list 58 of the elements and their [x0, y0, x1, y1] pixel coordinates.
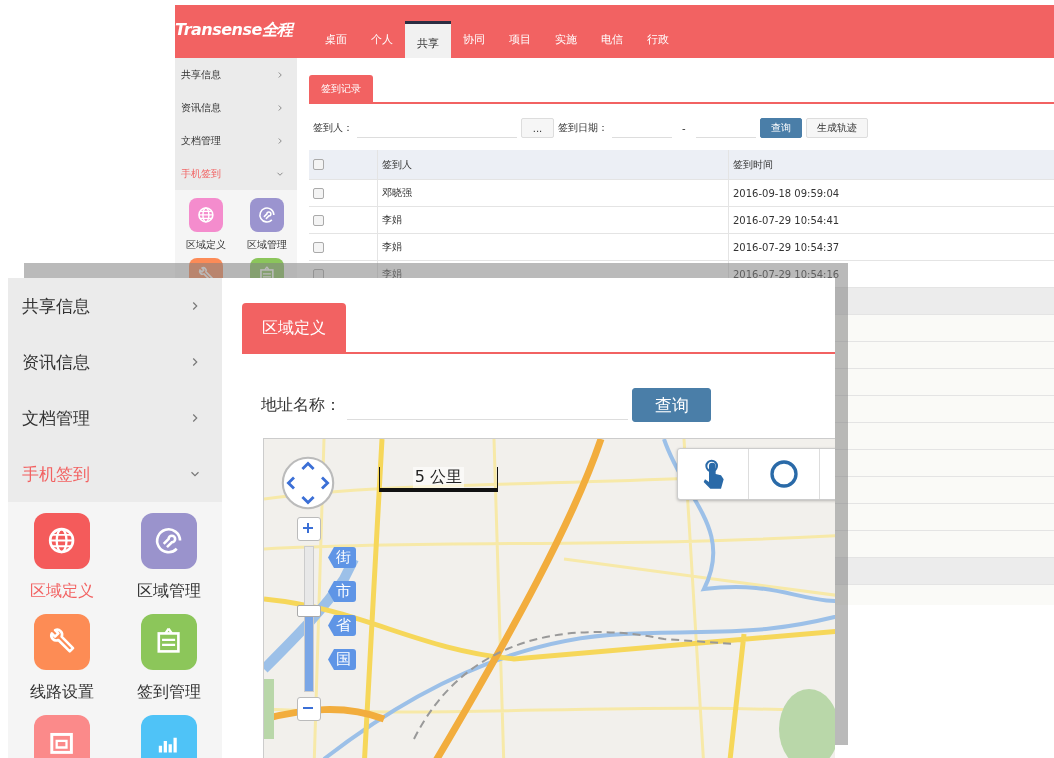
chart-icon[interactable] — [140, 715, 197, 758]
nav-tab[interactable]: 电信 — [588, 21, 635, 58]
board-icon[interactable] — [140, 614, 197, 670]
sidebar-item[interactable]: 共享信息 — [8, 278, 222, 334]
app-shortcut[interactable]: 区域管理 — [115, 513, 222, 602]
sidebar-item[interactable]: 手机签到 — [175, 157, 297, 190]
app-shortcut[interactable]: 区域定义 — [8, 513, 115, 602]
slider-thumb[interactable] — [297, 605, 321, 618]
sidebar-item[interactable]: 文档管理 — [175, 124, 297, 157]
table-cell: 2016-07-29 10:54:37 — [728, 234, 1054, 260]
table-cell: 李娟 — [377, 207, 728, 233]
track-button[interactable]: 生成轨迹 — [805, 118, 868, 138]
table-cell: 邓晓强 — [377, 180, 728, 206]
date-separator: - — [681, 122, 687, 134]
tab[interactable]: 签到记录 — [309, 75, 373, 102]
field-label: 签到人： — [313, 121, 353, 135]
table-cell: 2016-07-29 10:54:41 — [728, 207, 1054, 233]
app-shortcut[interactable]: 签到管理 — [115, 614, 222, 703]
document-icon[interactable] — [33, 715, 90, 758]
logo: Transense全程 — [175, 18, 296, 41]
tab[interactable]: 区域定义 — [242, 303, 346, 352]
sidebar-item[interactable]: 资讯信息 — [175, 91, 297, 124]
sidebar-item[interactable]: 文档管理 — [8, 390, 222, 446]
circle-icon[interactable] — [768, 458, 800, 490]
nav-tab[interactable]: 行政 — [634, 21, 681, 58]
table-cell: 李娟 — [377, 234, 728, 260]
column-header: 签到人 — [377, 150, 728, 179]
checkbox[interactable] — [313, 159, 324, 170]
nav-tab[interactable]: 个人 — [358, 21, 405, 58]
globe-icon[interactable] — [33, 513, 90, 569]
column-header: 签到时间 — [728, 150, 1054, 179]
app-shortcut[interactable]: 区域管理 — [236, 198, 297, 252]
scale-label: 5 公里 — [412, 467, 465, 488]
wrench-icon[interactable] — [33, 614, 90, 670]
nav-tab[interactable]: 共享 — [404, 21, 451, 58]
sidebar-item[interactable]: 共享信息 — [175, 58, 297, 91]
gauge-icon[interactable] — [140, 513, 197, 569]
app-shortcut[interactable]: 线路设置 — [8, 614, 115, 703]
query-button[interactable]: 查询 — [632, 388, 711, 422]
pan-control-icon[interactable] — [280, 455, 336, 511]
field-label: 地址名称： — [261, 394, 341, 416]
query-button[interactable]: 查询 — [759, 118, 802, 138]
checkbox[interactable] — [313, 241, 324, 253]
checkbox[interactable] — [313, 187, 324, 199]
nav-tab[interactable]: 项目 — [496, 21, 543, 58]
field-label: 签到日期： — [558, 121, 608, 135]
table-cell: 2016-09-18 09:59:04 — [728, 180, 1054, 206]
map-drawing[interactable] — [264, 439, 835, 758]
sidebar-item[interactable]: 手机签到 — [8, 446, 222, 502]
globe-icon[interactable] — [188, 198, 223, 232]
sidebar-item[interactable]: 资讯信息 — [8, 334, 222, 390]
picker-button[interactable]: ... — [521, 118, 554, 138]
nav-tab[interactable]: 协同 — [450, 21, 497, 58]
app-shortcut[interactable]: 区域定义 — [175, 198, 236, 252]
checkbox[interactable] — [313, 214, 324, 226]
gauge-icon[interactable] — [249, 198, 284, 232]
nav-tab[interactable]: 实施 — [542, 21, 589, 58]
nav-tab[interactable]: 桌面 — [312, 21, 359, 58]
